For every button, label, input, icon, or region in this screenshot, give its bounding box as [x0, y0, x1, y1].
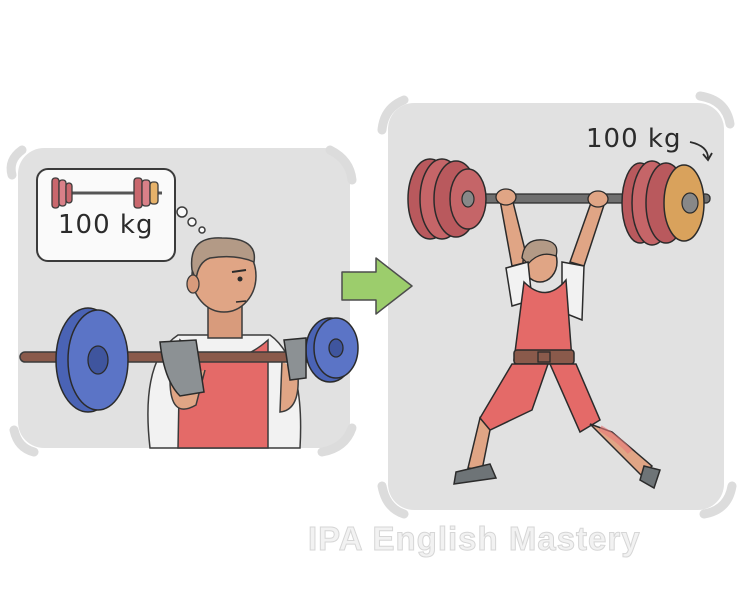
lifter-overhead-illustration: [407, 141, 713, 490]
watermark: IPA English Mastery: [308, 520, 641, 558]
overhead-weight-label: 100 kg: [586, 124, 682, 154]
